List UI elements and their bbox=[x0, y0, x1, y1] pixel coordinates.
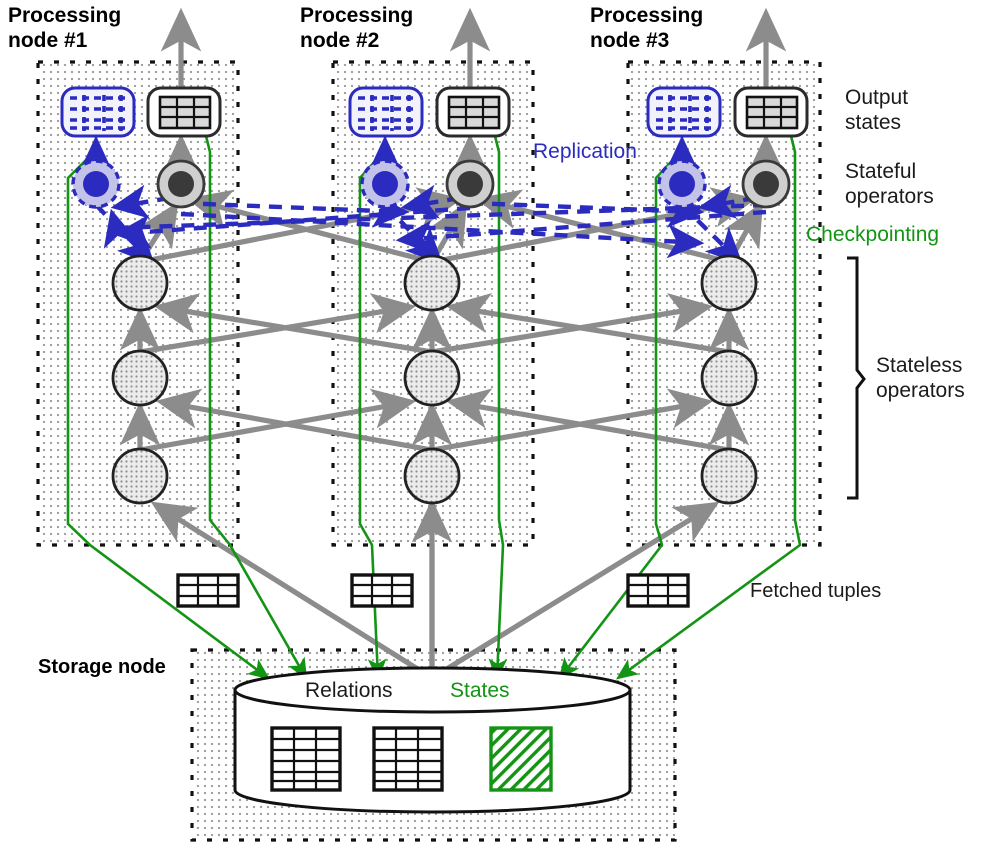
stateless-operators-3 bbox=[700, 254, 758, 505]
stateful-replica-operator-1 bbox=[71, 159, 121, 209]
fetched-tuples-table-3 bbox=[626, 573, 690, 608]
stateful-primary-operator-2 bbox=[445, 159, 495, 209]
stateless-operators-2 bbox=[403, 254, 461, 505]
diagram-svg bbox=[36, 7, 866, 842]
replica-state-box-1 bbox=[60, 86, 136, 138]
relation-table-2 bbox=[372, 726, 444, 792]
stateful-primary-operator-1 bbox=[156, 159, 206, 209]
fetched-tuples-table-1 bbox=[176, 573, 240, 608]
storage-node-label: Storage node bbox=[38, 656, 166, 678]
stateful-primary-operator-3 bbox=[741, 159, 791, 209]
relations-header: Relations bbox=[305, 679, 393, 702]
replica-state-box-2 bbox=[348, 86, 424, 138]
diagram-canvas: Processing node #1 Processing node #2 Pr… bbox=[0, 0, 982, 851]
stateful-replica-operator-2 bbox=[360, 159, 410, 209]
fetched-tuples-table-2 bbox=[350, 573, 414, 608]
stateful-replica-operator-3 bbox=[657, 159, 707, 209]
output-state-box-2 bbox=[435, 86, 511, 138]
processing-node-3-title: Processing node #3 bbox=[590, 4, 704, 52]
checkpointing-label: Checkpointing bbox=[806, 223, 940, 246]
stateless-operators-1 bbox=[111, 254, 169, 505]
states-header: States bbox=[450, 679, 510, 702]
stateless-operators-label: Stateless operators bbox=[876, 354, 965, 402]
processing-node-2-title: Processing node #2 bbox=[300, 4, 414, 52]
processing-node-1-title: Processing node #1 bbox=[8, 4, 122, 52]
relation-table-1 bbox=[270, 726, 342, 792]
fetched-tuples-label: Fetched tuples bbox=[750, 580, 882, 602]
replica-state-box-3 bbox=[646, 86, 722, 138]
output-state-box-1 bbox=[146, 86, 222, 138]
replication-label: Replication bbox=[533, 140, 637, 163]
output-states-label: Output states bbox=[845, 86, 909, 134]
stateful-operators-label: Stateful operators bbox=[845, 160, 934, 208]
stateless-operators-brace bbox=[847, 256, 866, 500]
output-state-box-3 bbox=[733, 86, 809, 138]
stored-state-block bbox=[489, 726, 553, 792]
